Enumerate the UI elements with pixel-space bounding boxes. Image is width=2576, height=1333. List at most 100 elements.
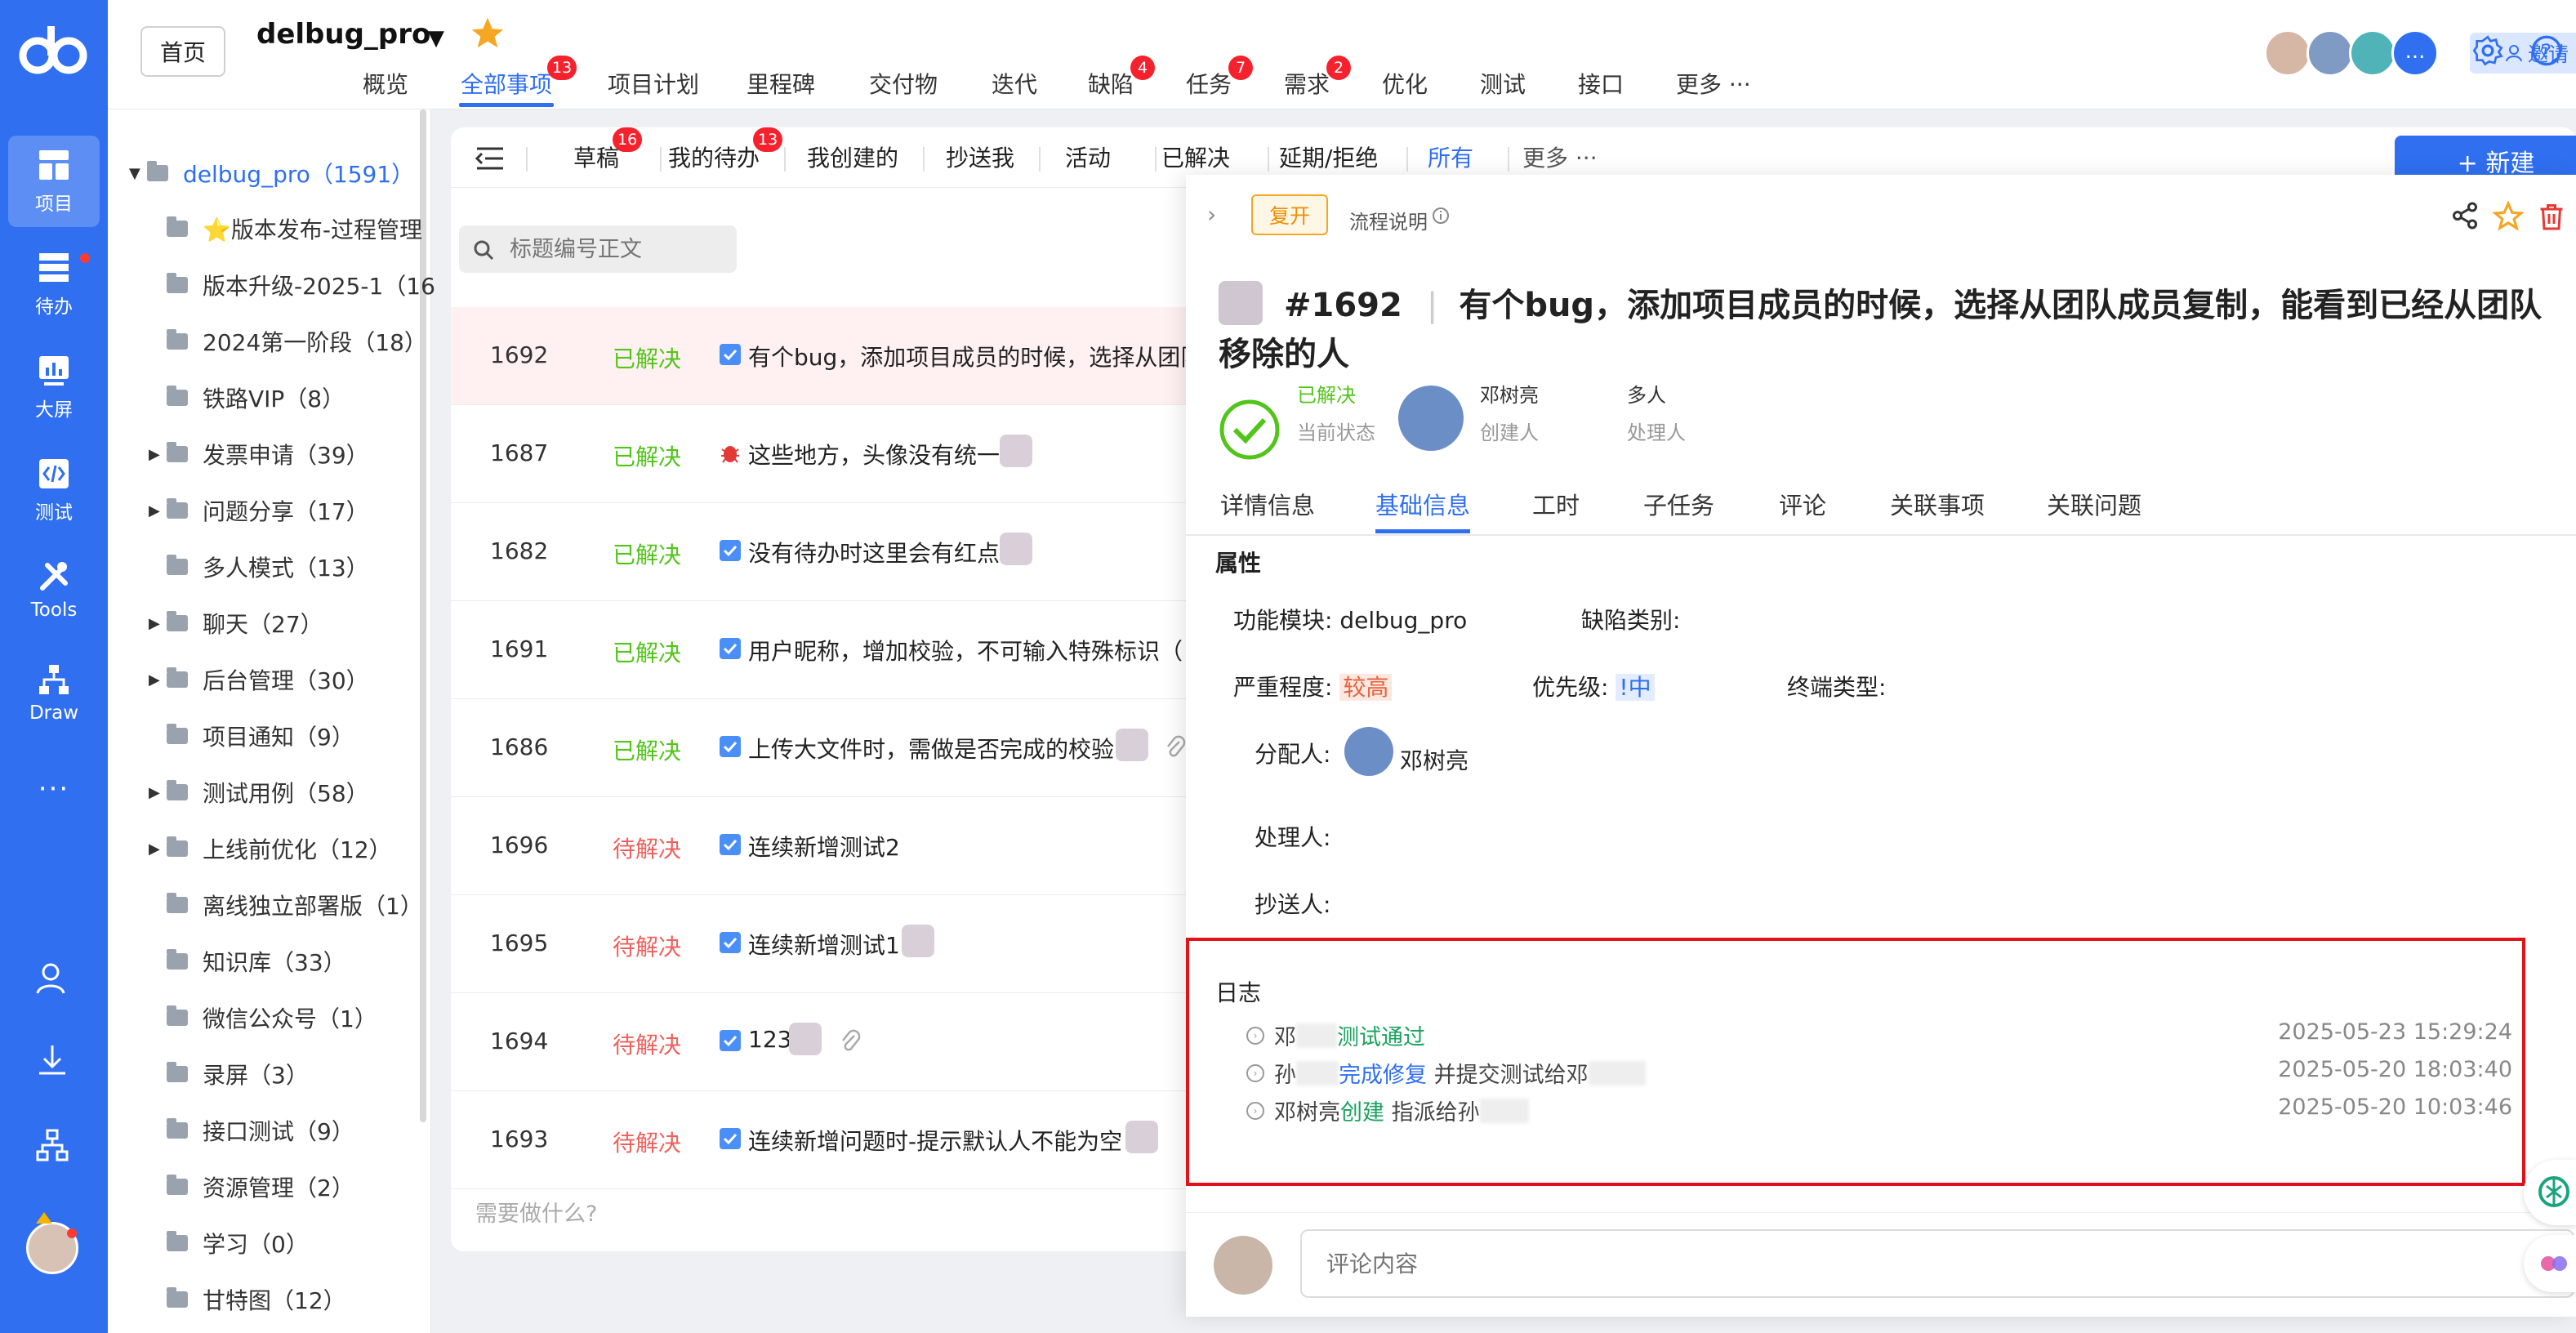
quick-add-input[interactable]: 需要做什么? xyxy=(475,1196,597,1228)
assignee-avatar[interactable] xyxy=(1344,727,1393,776)
gear-icon[interactable] xyxy=(2471,34,2504,67)
star-outline-icon[interactable] xyxy=(2493,201,2524,232)
member-avatar[interactable] xyxy=(2349,29,2396,77)
tab-optimize[interactable]: 优化 xyxy=(1382,67,1428,100)
expand-arrow-icon[interactable]: ▶ xyxy=(149,840,167,858)
filter-tab-all[interactable]: 所有 xyxy=(1428,140,1473,173)
tab-task[interactable]: 任务 7 xyxy=(1186,56,1253,100)
rail-more-button[interactable]: ··· xyxy=(0,773,108,805)
severity-tag[interactable]: 较高 xyxy=(1339,674,1393,701)
tree-item[interactable]: 资源管理（2） xyxy=(167,1170,354,1203)
tab-requirement[interactable]: 需求 2 xyxy=(1284,56,1351,100)
download-icon[interactable] xyxy=(33,1041,72,1080)
rail-item-draw[interactable]: Draw xyxy=(8,650,100,742)
reopen-button[interactable]: 复开 xyxy=(1251,194,1328,235)
filter-tab-resolved[interactable]: 已解决 xyxy=(1161,140,1230,173)
tree-item[interactable]: 接口测试（9） xyxy=(167,1114,354,1147)
cc-field-label[interactable]: 抄送人: xyxy=(1255,887,1330,920)
expand-arrow-icon[interactable]: ▶ xyxy=(149,784,167,801)
filter-tab-my-todo[interactable]: 我的待办 13 xyxy=(668,127,783,173)
issue-title[interactable]: 连续新增问题时-提示默认人不能为空 xyxy=(748,1124,1122,1157)
tab-test[interactable]: 测试 xyxy=(1480,67,1526,100)
tree-item[interactable]: 学习（0） xyxy=(167,1227,309,1259)
tree-item[interactable]: 离线独立部署版（1） xyxy=(167,889,423,921)
star-icon[interactable] xyxy=(469,15,506,52)
issue-title[interactable]: 用户昵称，增加校验，不可输入特殊标识（ xyxy=(748,634,1183,666)
tab-iteration[interactable]: 迭代 xyxy=(992,67,1037,100)
tab-all-items[interactable]: 全部事项 13 xyxy=(458,56,577,107)
terminal-type-field[interactable]: 终端类型: xyxy=(1787,670,1886,702)
rail-item-test[interactable]: 测试 xyxy=(8,444,100,536)
tab-work-hours[interactable]: 工时 xyxy=(1532,487,1580,521)
filter-tab-cc-me[interactable]: 抄送我 xyxy=(946,140,1014,173)
filter-tab-created-by-me[interactable]: 我创建的 xyxy=(807,140,898,173)
filter-tab-delayed-rejected[interactable]: 延期/拒绝 xyxy=(1279,140,1378,173)
tree-item-root[interactable]: ▼ delbug_pro（1591） xyxy=(129,157,414,189)
flow-description-link[interactable]: 流程说明 xyxy=(1349,206,1428,234)
tree-item[interactable]: 知识库（33） xyxy=(167,945,346,978)
tab-milestone[interactable]: 里程碑 xyxy=(747,67,815,100)
issue-title[interactable]: 连续新增测试2 xyxy=(748,830,900,863)
issue-title[interactable]: 没有待办时这里会有红点 xyxy=(748,536,1000,568)
help-icon[interactable]: ? xyxy=(2530,34,2563,67)
app-logo-icon[interactable] xyxy=(18,21,90,78)
issue-title[interactable]: 有个bug，添加项目成员的时候，选择从团队 xyxy=(748,340,1203,372)
tree-item[interactable]: ▶ 测试用例（58） xyxy=(149,776,369,809)
expand-arrow-icon[interactable]: ▶ xyxy=(149,502,167,519)
trash-icon[interactable] xyxy=(2537,201,2566,232)
tab-interface[interactable]: 接口 xyxy=(1578,67,1624,100)
tab-related-issues[interactable]: 关联问题 xyxy=(2047,487,2141,521)
tree-item[interactable]: ▶ 发票申请（39） xyxy=(149,438,369,470)
tree-item[interactable]: ⭐版本发布-过程管理 xyxy=(167,212,422,245)
tree-item[interactable]: 2024第一阶段（18） xyxy=(167,325,427,358)
tree-item[interactable]: 项目通知（9） xyxy=(167,720,354,752)
assignee-name[interactable]: 邓树亮 xyxy=(1400,743,1468,776)
tab-more[interactable]: 更多 ··· xyxy=(1676,67,1751,100)
issue-title[interactable]: 123 xyxy=(748,1026,791,1053)
tree-item[interactable]: ▶ 上线前优化（12） xyxy=(149,832,392,865)
filter-tab-activity[interactable]: 活动 xyxy=(1065,140,1111,173)
tree-item[interactable]: 微信公众号（1） xyxy=(167,1001,377,1034)
tree-item[interactable]: ▶ 问题分享（17） xyxy=(149,494,369,527)
rail-item-todo[interactable]: 待办 xyxy=(8,239,100,330)
chevron-right-icon[interactable]: › xyxy=(1207,201,1216,228)
issue-title[interactable]: 这些地方，头像没有统一 xyxy=(748,438,1000,470)
tab-comments[interactable]: 评论 xyxy=(1779,487,1826,521)
tree-item[interactable]: ▶ 聊天（27） xyxy=(149,607,323,640)
tab-deliverable[interactable]: 交付物 xyxy=(869,67,938,100)
member-avatar[interactable] xyxy=(2306,29,2354,77)
more-members-button[interactable]: ... xyxy=(2391,29,2439,77)
tree-item[interactable]: 录屏（3） xyxy=(167,1058,309,1090)
project-name[interactable]: delbug_pro xyxy=(256,18,430,51)
collapse-menu-icon[interactable] xyxy=(474,144,506,173)
search-input[interactable] xyxy=(459,225,737,273)
structure-icon[interactable] xyxy=(33,1126,72,1165)
comment-input[interactable] xyxy=(1300,1229,2574,1298)
member-avatar[interactable] xyxy=(2264,29,2311,77)
share-icon[interactable] xyxy=(2450,201,2480,230)
tab-details[interactable]: 详情信息 xyxy=(1220,487,1315,521)
tree-item[interactable]: 多人模式（13） xyxy=(167,551,369,583)
rail-item-tools[interactable]: Tools xyxy=(8,547,100,639)
rail-item-dashboard[interactable]: 大屏 xyxy=(8,341,100,433)
caret-down-icon[interactable]: ▼ xyxy=(428,26,444,51)
plugin-button[interactable] xyxy=(2524,1235,2576,1292)
tree-item[interactable]: 甘特图（12） xyxy=(167,1283,346,1316)
filter-tab-draft[interactable]: 草稿 16 xyxy=(573,127,643,173)
tab-defect[interactable]: 缺陷 4 xyxy=(1088,56,1155,100)
rail-item-project[interactable]: 项目 xyxy=(8,136,100,227)
issue-title[interactable]: 上传大文件时，需做是否完成的校验 xyxy=(748,732,1114,765)
expand-arrow-icon[interactable]: ▶ xyxy=(149,615,167,632)
contacts-icon[interactable] xyxy=(33,959,72,998)
issue-title[interactable]: 连续新增测试1 xyxy=(748,928,900,961)
tab-subtasks[interactable]: 子任务 xyxy=(1643,487,1714,521)
tree-item[interactable]: 铁路VIP（8） xyxy=(167,381,345,414)
priority-tag[interactable]: !中 xyxy=(1616,674,1655,701)
tree-item[interactable]: ▶ 后台管理（30） xyxy=(149,663,369,696)
expand-arrow-icon[interactable]: ▶ xyxy=(149,446,167,463)
processor-field-label[interactable]: 处理人: xyxy=(1255,820,1330,853)
home-button[interactable]: 首页 xyxy=(140,26,225,77)
tree-scrollbar[interactable] xyxy=(420,109,426,1122)
tab-related-items[interactable]: 关联事项 xyxy=(1890,487,1985,521)
module-value[interactable]: delbug_pro xyxy=(1339,607,1467,634)
